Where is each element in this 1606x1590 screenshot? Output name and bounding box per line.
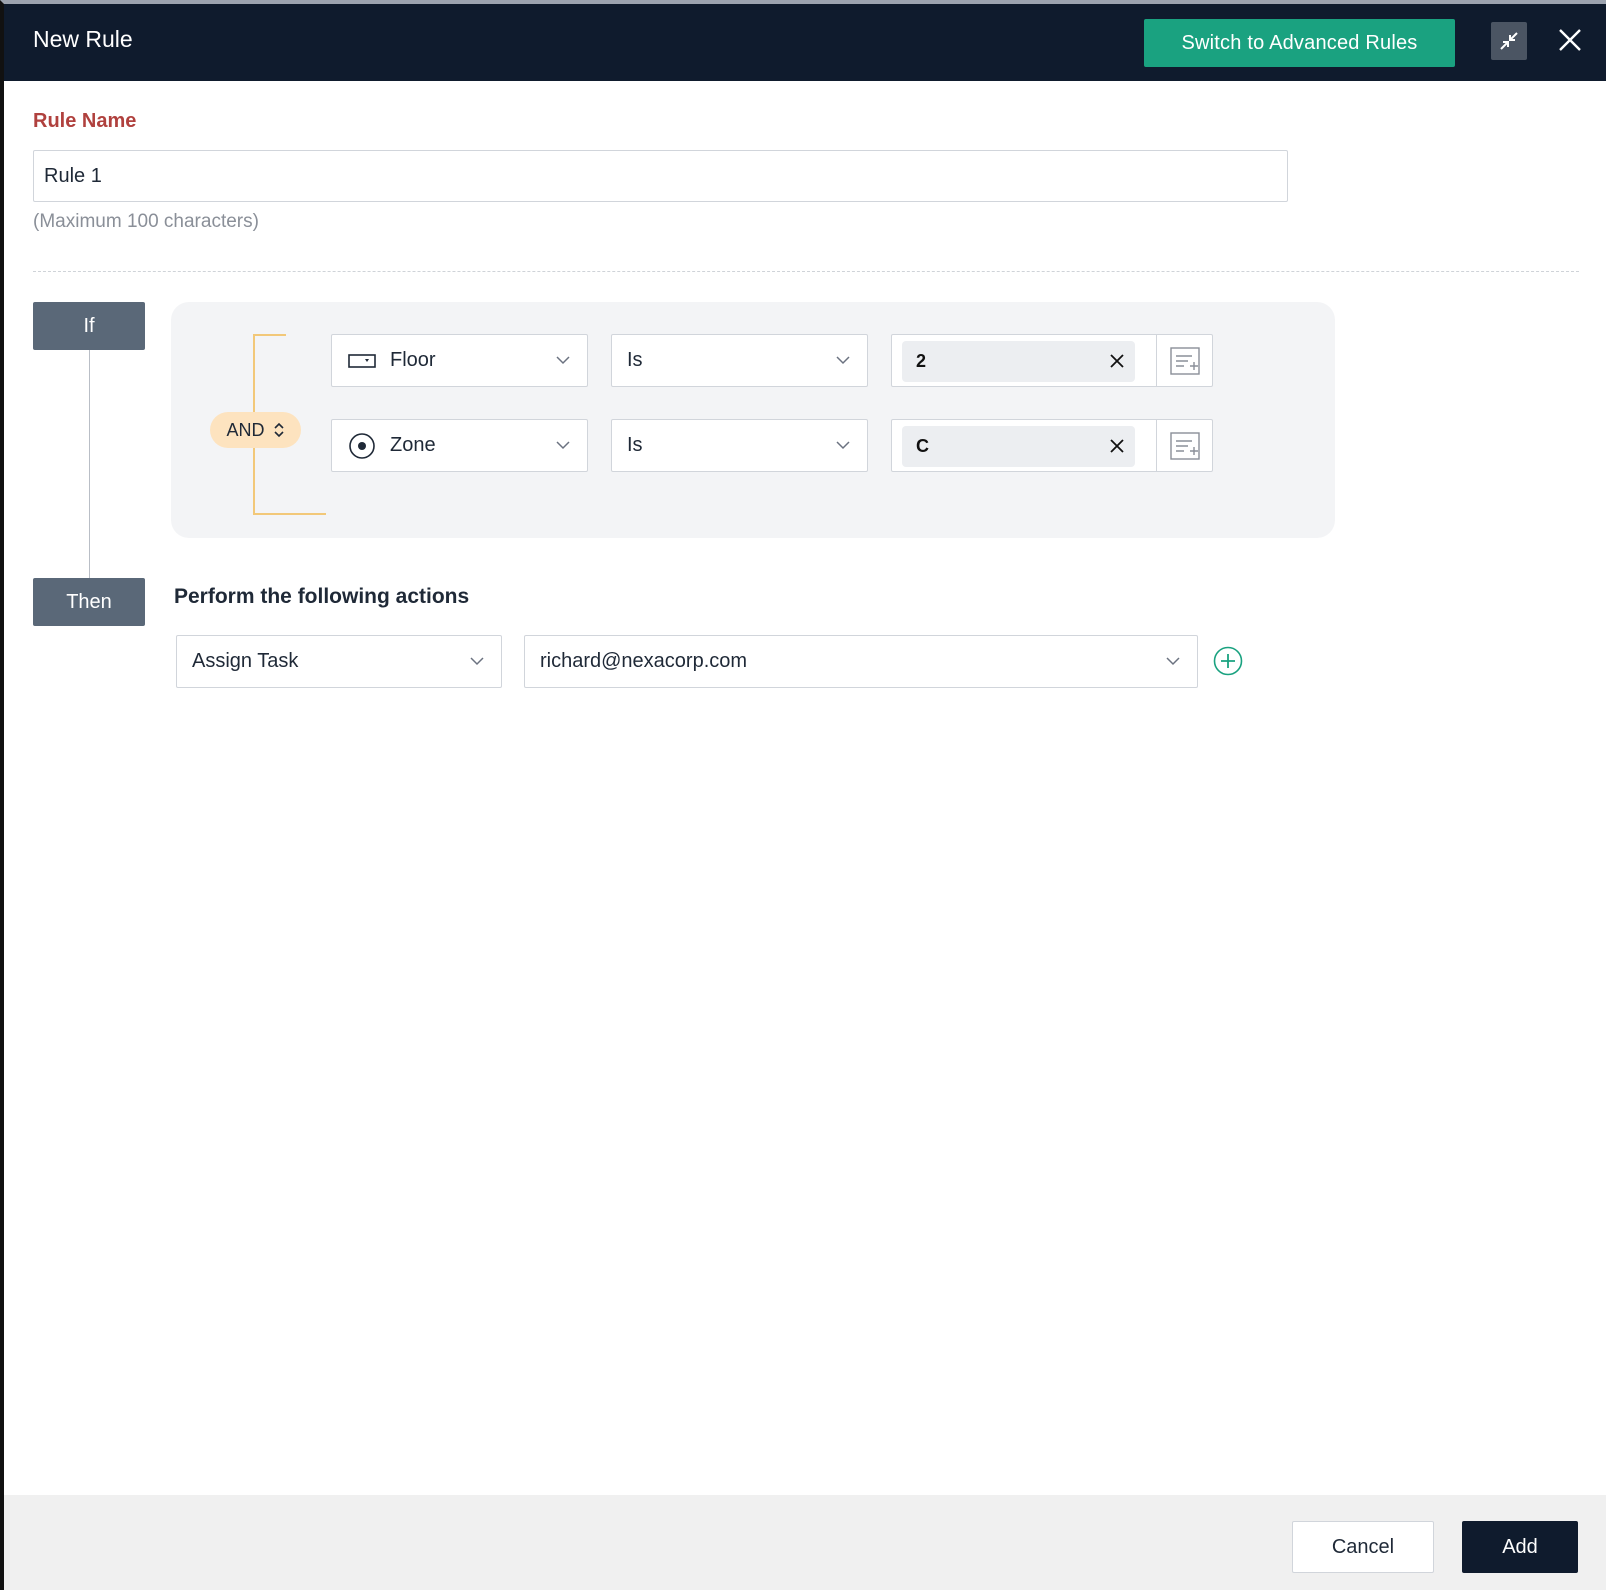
- if-then-connector: [89, 350, 90, 578]
- action-type-select[interactable]: Assign Task: [176, 635, 502, 688]
- condition-field-label: Floor: [390, 349, 436, 371]
- close-icon: [1110, 354, 1124, 368]
- dialog-title: New Rule: [33, 26, 133, 52]
- collapse-icon: [1500, 32, 1518, 50]
- chevron-down-icon: [470, 657, 484, 666]
- switch-to-advanced-rules-button[interactable]: Switch to Advanced Rules: [1144, 19, 1455, 67]
- condition-field-select[interactable]: Floor: [331, 334, 588, 387]
- rule-name-label: Rule Name: [33, 110, 137, 132]
- rule-name-input[interactable]: [33, 150, 1288, 202]
- condition-comparator-select[interactable]: Is: [611, 419, 868, 472]
- collapse-button[interactable]: [1491, 22, 1527, 60]
- condition-field-label: Zone: [390, 434, 436, 456]
- close-button[interactable]: [1554, 24, 1586, 56]
- condition-comparator-label: Is: [627, 434, 643, 456]
- logic-operator-toggle[interactable]: AND: [210, 412, 301, 448]
- cancel-button[interactable]: Cancel: [1292, 1521, 1434, 1573]
- condition-comparator-select[interactable]: Is: [611, 334, 868, 387]
- assignee-select[interactable]: richard@nexacorp.com: [524, 635, 1198, 688]
- then-tag: Then: [33, 578, 145, 626]
- section-divider: [33, 271, 1579, 272]
- add-values-button[interactable]: [1156, 420, 1212, 471]
- floor-icon: [348, 353, 376, 369]
- remove-value-button[interactable]: [1107, 351, 1127, 371]
- logic-operator-label: AND: [226, 419, 265, 440]
- chevron-down-icon: [556, 356, 570, 365]
- condition-value-field[interactable]: C: [891, 419, 1213, 472]
- condition-comparator-label: Is: [627, 349, 643, 371]
- close-icon: [1559, 29, 1581, 51]
- close-icon: [1110, 439, 1124, 453]
- value-chip: C: [902, 426, 1135, 467]
- dialog-frame: [0, 0, 1606, 1590]
- value-chip-label: C: [916, 436, 929, 456]
- chevron-down-icon: [836, 441, 850, 450]
- chevron-down-icon: [836, 356, 850, 365]
- rule-name-hint: (Maximum 100 characters): [33, 211, 259, 232]
- dialog-header: New Rule Switch to Advanced Rules: [4, 4, 1606, 81]
- condition-field-select[interactable]: Zone: [331, 419, 588, 472]
- list-add-icon: [1169, 431, 1200, 460]
- list-add-icon: [1169, 346, 1200, 375]
- chevron-down-icon: [1166, 657, 1180, 666]
- assignee-label: richard@nexacorp.com: [540, 650, 748, 672]
- value-chip: 2: [902, 341, 1135, 382]
- up-down-chevron-icon: [273, 422, 284, 438]
- remove-value-button[interactable]: [1107, 436, 1127, 456]
- action-type-label: Assign Task: [192, 650, 299, 672]
- chevron-down-icon: [556, 441, 570, 450]
- add-button[interactable]: Add: [1462, 1521, 1578, 1573]
- actions-title: Perform the following actions: [174, 585, 470, 608]
- zone-icon: [348, 432, 376, 460]
- value-chip-label: 2: [916, 351, 927, 371]
- condition-value-field[interactable]: 2: [891, 334, 1213, 387]
- plus-circle-icon: [1213, 646, 1243, 676]
- add-values-button[interactable]: [1156, 335, 1212, 386]
- add-action-button[interactable]: [1212, 645, 1244, 677]
- if-tag: If: [33, 302, 145, 350]
